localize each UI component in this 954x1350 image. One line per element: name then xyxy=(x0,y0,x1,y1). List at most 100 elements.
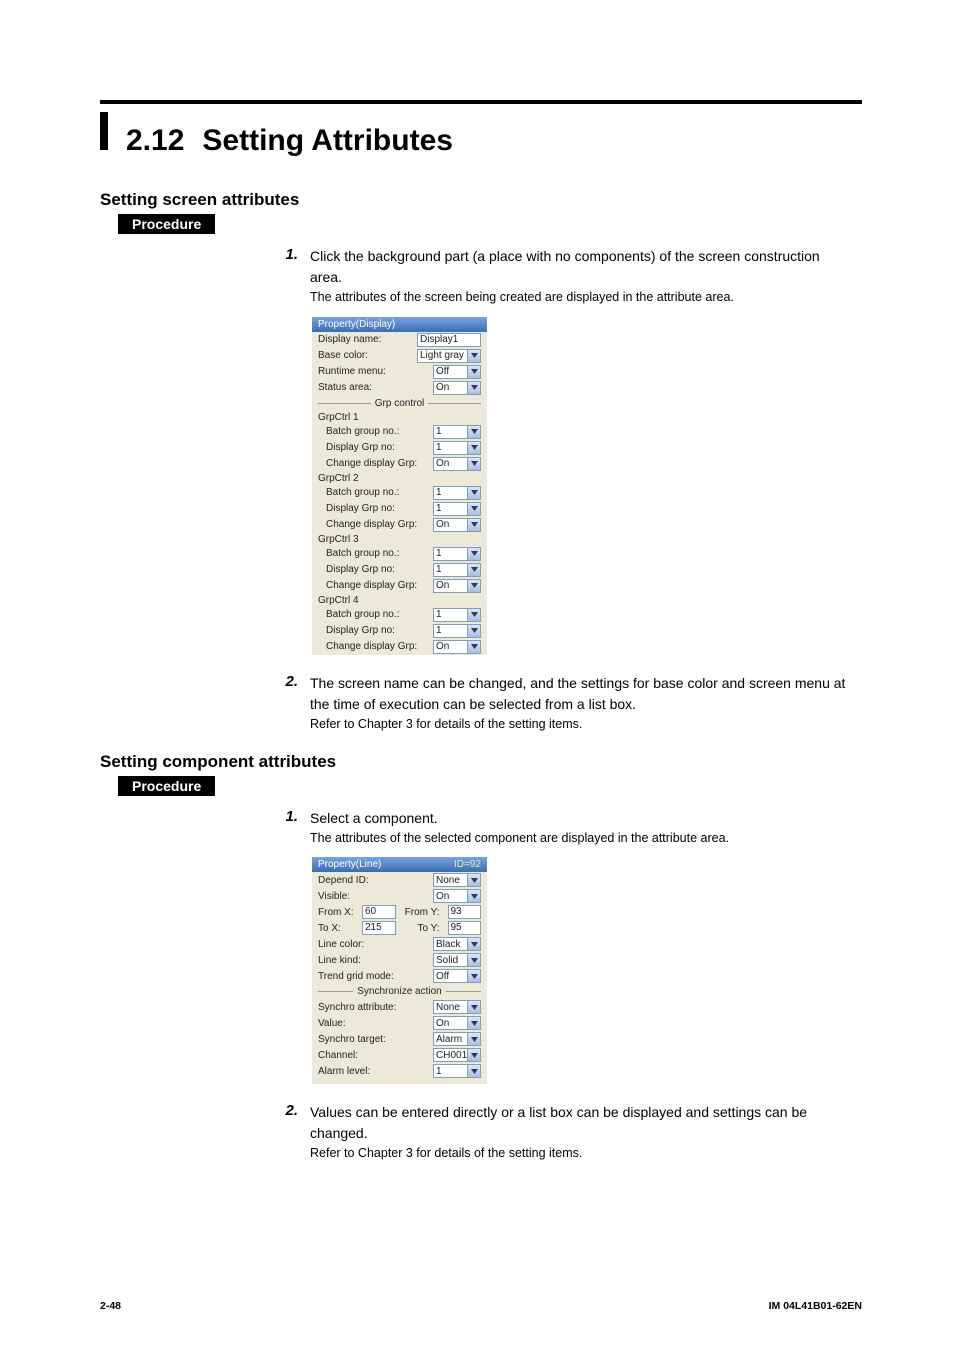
doc-id: IM 04L41B01-62EN xyxy=(769,1300,862,1312)
label-synchro-attribute: Synchro attribute: xyxy=(318,1002,429,1013)
step-number: 1. xyxy=(280,246,298,307)
select-batch-group-no[interactable]: 1 xyxy=(433,547,481,561)
select-runtime-menu[interactable]: Off xyxy=(433,365,481,379)
select-change-display-grp[interactable]: On xyxy=(433,579,481,593)
panel-title-id: ID=92 xyxy=(454,859,481,870)
chevron-down-icon xyxy=(467,609,480,621)
label-display-name: Display name: xyxy=(318,334,413,345)
procedure-label: Procedure xyxy=(118,214,215,234)
select-trend-grid-mode[interactable]: Off xyxy=(433,969,481,983)
page-number: 2-48 xyxy=(100,1300,121,1312)
label-batch-group-no: Batch group no.: xyxy=(326,548,429,559)
select-line-color[interactable]: Black xyxy=(433,937,481,951)
select-display-grp-no[interactable]: 1 xyxy=(433,502,481,516)
select-value[interactable]: On xyxy=(433,1016,481,1030)
label-trend-grid-mode: Trend grid mode: xyxy=(318,971,429,982)
section-number: 2.12 xyxy=(126,124,184,158)
step-note: Refer to Chapter 3 for details of the se… xyxy=(310,715,854,734)
select-display-grp-no[interactable]: 1 xyxy=(433,624,481,638)
section-title: Setting Attributes xyxy=(202,124,453,158)
label-channel: Channel: xyxy=(318,1050,429,1061)
label-display-grp-no: Display Grp no: xyxy=(326,442,429,453)
label-status-area: Status area: xyxy=(318,382,429,393)
chevron-down-icon xyxy=(467,1017,480,1029)
input-from-y[interactable]: 93 xyxy=(448,905,482,919)
label-change-display-grp: Change display Grp: xyxy=(326,580,429,591)
subheading-screen-attributes: Setting screen attributes xyxy=(100,190,854,210)
label-to-y: To Y: xyxy=(404,923,440,934)
label-change-display-grp: Change display Grp: xyxy=(326,458,429,469)
select-display-grp-no[interactable]: 1 xyxy=(433,441,481,455)
chevron-down-icon xyxy=(467,487,480,499)
label-base-color: Base color: xyxy=(318,350,413,361)
input-to-x[interactable]: 215 xyxy=(362,921,396,935)
select-change-display-grp[interactable]: On xyxy=(433,457,481,471)
chevron-down-icon xyxy=(467,890,480,902)
divider-grp-control: Grp control xyxy=(375,398,424,409)
select-display-grp-no[interactable]: 1 xyxy=(433,563,481,577)
subheading-component-attributes: Setting component attributes xyxy=(100,752,854,772)
select-base-color[interactable]: Light gray xyxy=(417,349,481,363)
step-text: The screen name can be changed, and the … xyxy=(310,673,854,715)
step-note: The attributes of the selected component… xyxy=(310,829,729,848)
chevron-down-icon xyxy=(467,442,480,454)
chevron-down-icon xyxy=(467,382,480,394)
chevron-down-icon xyxy=(467,1049,480,1061)
chevron-down-icon xyxy=(467,519,480,531)
step-text: Select a component. xyxy=(310,808,729,829)
select-batch-group-no[interactable]: 1 xyxy=(433,425,481,439)
procedure-label: Procedure xyxy=(118,776,215,796)
property-line-panel: Property(Line) ID=92 Depend ID: None Visi… xyxy=(312,857,487,1084)
label-display-grp-no: Display Grp no: xyxy=(326,503,429,514)
label-visible: Visible: xyxy=(318,891,429,902)
divider-sync-action: Synchronize action xyxy=(357,986,442,997)
label-from-y: From Y: xyxy=(404,907,440,918)
select-depend-id[interactable]: None xyxy=(433,873,481,887)
chevron-down-icon xyxy=(467,366,480,378)
step-note: Refer to Chapter 3 for details of the se… xyxy=(310,1144,854,1163)
grpctrl-3-header: GrpCtrl 3 xyxy=(312,533,487,546)
input-display-name[interactable]: Display1 xyxy=(417,333,481,347)
select-batch-group-no[interactable]: 1 xyxy=(433,608,481,622)
chevron-down-icon xyxy=(467,1033,480,1045)
chevron-down-icon xyxy=(467,874,480,886)
step-text: Click the background part (a place with … xyxy=(310,246,854,288)
select-change-display-grp[interactable]: On xyxy=(433,518,481,532)
chevron-down-icon xyxy=(467,625,480,637)
chevron-down-icon xyxy=(467,580,480,592)
label-change-display-grp: Change display Grp: xyxy=(326,519,429,530)
select-batch-group-no[interactable]: 1 xyxy=(433,486,481,500)
select-synchro-target[interactable]: Alarm xyxy=(433,1032,481,1046)
chevron-down-icon xyxy=(467,1065,480,1077)
chevron-down-icon xyxy=(467,458,480,470)
panel-title-text: Property(Display) xyxy=(318,319,395,330)
select-synchro-attribute[interactable]: None xyxy=(433,1000,481,1014)
grpctrl-2-header: GrpCtrl 2 xyxy=(312,472,487,485)
label-depend-id: Depend ID: xyxy=(318,875,429,886)
chevron-down-icon xyxy=(467,548,480,560)
select-change-display-grp[interactable]: On xyxy=(433,640,481,654)
select-channel[interactable]: CH001 xyxy=(433,1048,481,1062)
chevron-down-icon xyxy=(467,503,480,515)
chevron-down-icon xyxy=(467,1001,480,1013)
label-runtime-menu: Runtime menu: xyxy=(318,366,429,377)
label-line-kind: Line kind: xyxy=(318,955,429,966)
select-visible[interactable]: On xyxy=(433,889,481,903)
property-display-panel: Property(Display) Display name: Display1… xyxy=(312,317,487,655)
input-from-x[interactable]: 60 xyxy=(362,905,396,919)
label-display-grp-no: Display Grp no: xyxy=(326,564,429,575)
label-batch-group-no: Batch group no.: xyxy=(326,487,429,498)
select-alarm-level[interactable]: 1 xyxy=(433,1064,481,1078)
input-to-y[interactable]: 95 xyxy=(448,921,482,935)
step-number: 2. xyxy=(280,1102,298,1163)
select-line-kind[interactable]: Solid xyxy=(433,953,481,967)
select-status-area[interactable]: On xyxy=(433,381,481,395)
label-synchro-target: Synchro target: xyxy=(318,1034,429,1045)
label-from-x: From X: xyxy=(318,907,354,918)
grpctrl-4-header: GrpCtrl 4 xyxy=(312,594,487,607)
chevron-down-icon xyxy=(467,641,480,653)
step-note: The attributes of the screen being creat… xyxy=(310,288,854,307)
panel-title: Property(Display) xyxy=(312,317,487,332)
panel-title: Property(Line) ID=92 xyxy=(312,857,487,872)
step-number: 1. xyxy=(280,808,298,848)
